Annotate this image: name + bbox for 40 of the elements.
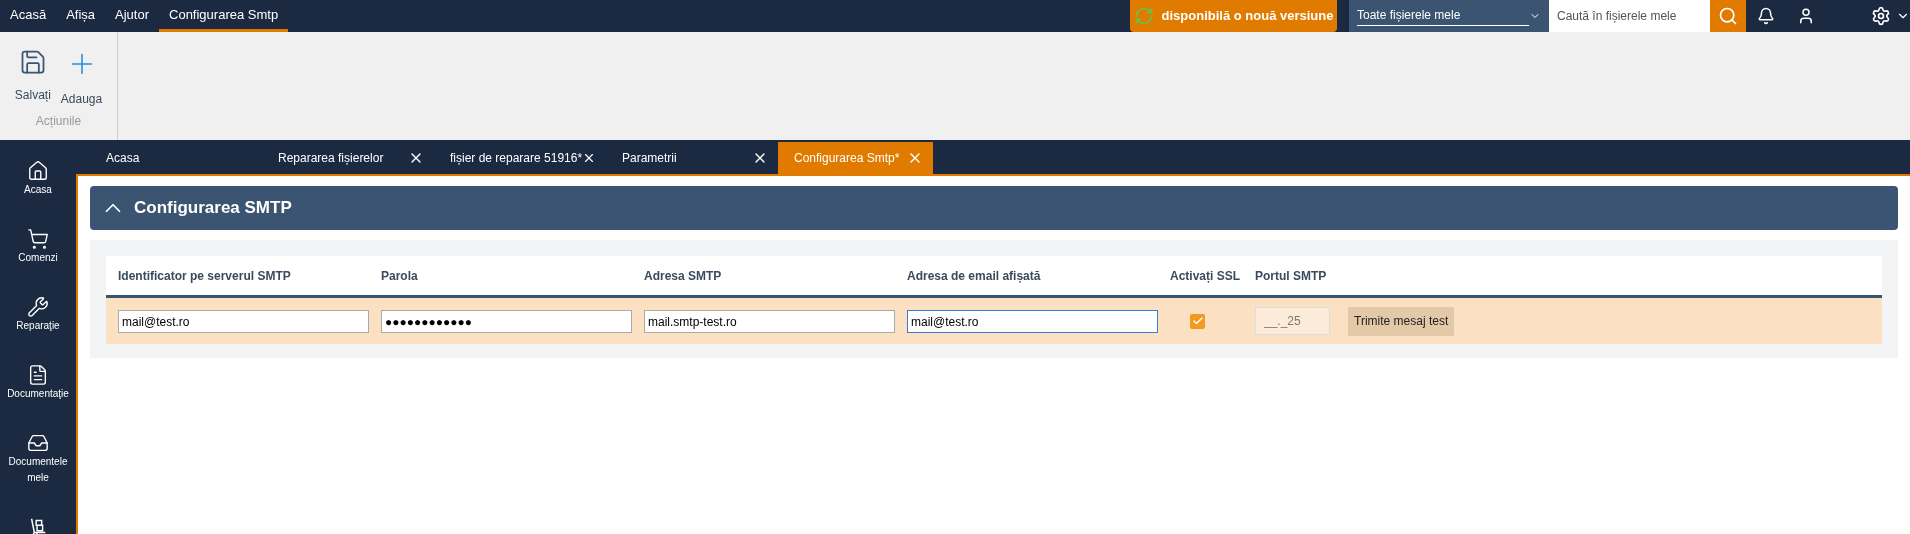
add-button[interactable]: Adauga — [60, 48, 103, 108]
refresh-icon — [1133, 6, 1154, 26]
search-icon — [1718, 6, 1738, 26]
home-icon — [27, 160, 49, 182]
sidebar-item[interactable]: Acasa — [2, 160, 74, 198]
cart-icon — [27, 228, 49, 250]
menu-item[interactable]: Afișa — [56, 0, 106, 32]
sidebar-item[interactable]: Documentaţie — [2, 364, 74, 402]
column-header: Identificator pe serverul SMTP — [118, 267, 292, 285]
ssl-checkbox[interactable] — [1190, 313, 1205, 329]
menu-item[interactable]: Ajutor — [105, 0, 159, 32]
sidebar-item[interactable]: Comenzi — [2, 228, 74, 266]
tab[interactable]: fișier de reparare 51916* — [434, 142, 606, 174]
doc-icon — [27, 364, 49, 386]
panel-header[interactable]: Configurarea SMTP — [90, 186, 1898, 230]
password-field[interactable]: ●●●●●●●●●●●● — [381, 310, 632, 334]
panel-title: Configurarea SMTP — [134, 197, 292, 220]
smtp-address-field[interactable]: mail.smtp-test.ro — [644, 310, 895, 334]
tab[interactable]: Repararea fișierelor — [262, 142, 434, 174]
scope-select[interactable]: Toate fișierele mele — [1349, 0, 1549, 32]
display-email-field[interactable]: mail@test.ro — [907, 310, 1158, 334]
port-field[interactable]: __._25 — [1255, 307, 1330, 335]
tab[interactable]: Acasa — [90, 142, 262, 174]
save-button[interactable]: Salvați — [14, 48, 51, 108]
menu-item[interactable]: Configurarea Smtp — [159, 0, 289, 32]
wrench-icon — [27, 296, 49, 318]
send-test-button[interactable]: Trimite mesaj test — [1348, 306, 1455, 336]
column-header: Adresa de email afișată — [907, 267, 1042, 285]
column-header: Activați SSL — [1170, 267, 1242, 285]
menu-item[interactable]: Acasă — [0, 0, 57, 32]
group-label: Acțiunile — [35, 113, 82, 130]
column-header: Portul SMTP — [1255, 267, 1328, 285]
sidebar-item[interactable]: Reparaţie — [2, 296, 74, 334]
server-id-field[interactable]: mail@test.ro — [118, 310, 369, 334]
inbox-icon — [27, 432, 49, 454]
tab[interactable]: Parametrii — [606, 142, 778, 174]
search-field[interactable]: Caută în fișierele mele — [1549, 0, 1710, 32]
sidebar-item[interactable]: Documentele mele — [2, 432, 74, 486]
column-header: Adresa SMTP — [644, 267, 723, 285]
column-header: Parola — [381, 267, 419, 285]
